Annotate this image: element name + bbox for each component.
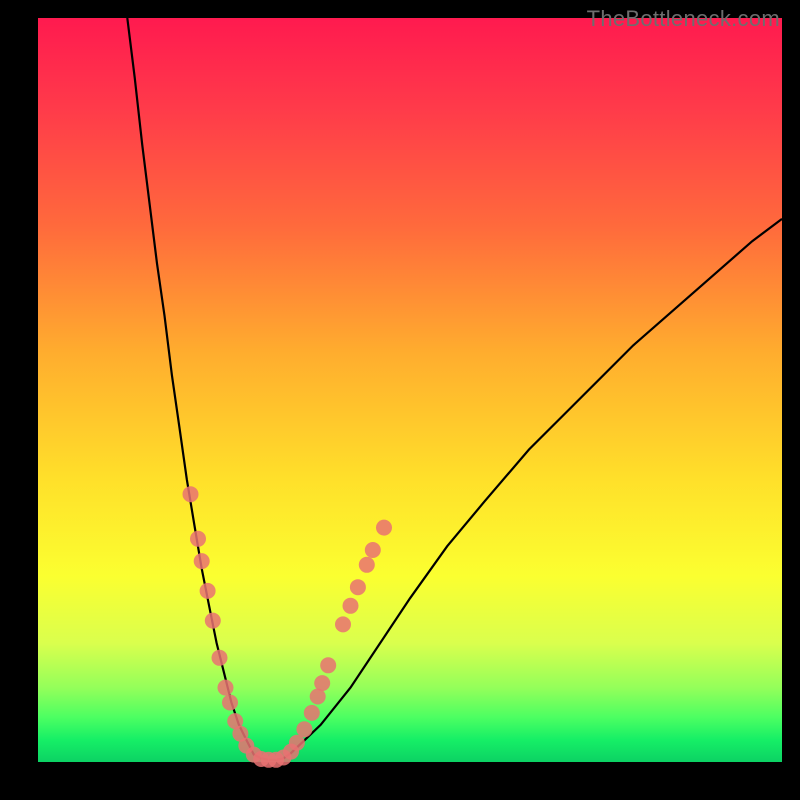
data-dot: [183, 486, 199, 502]
data-dot: [194, 553, 210, 569]
data-dot: [212, 650, 228, 666]
data-dot: [359, 557, 375, 573]
data-dot: [218, 680, 234, 696]
chart-overlay: [38, 18, 782, 762]
chart-canvas: TheBottleneck.com: [0, 0, 800, 800]
plot-area: [38, 18, 782, 762]
data-dot: [320, 657, 336, 673]
data-dot: [205, 613, 221, 629]
data-dot: [289, 735, 305, 751]
data-dot: [222, 695, 238, 711]
data-dot: [314, 675, 330, 691]
v-curve-line: [127, 18, 782, 760]
watermark-text: TheBottleneck.com: [587, 6, 780, 32]
data-dot: [376, 520, 392, 536]
data-dot: [200, 583, 216, 599]
data-dot: [343, 598, 359, 614]
data-dot: [365, 542, 381, 558]
data-dot: [304, 705, 320, 721]
data-dot: [335, 616, 351, 632]
data-dot: [296, 721, 312, 737]
data-dot: [190, 531, 206, 547]
data-dots-group: [183, 486, 393, 768]
data-dot: [350, 579, 366, 595]
